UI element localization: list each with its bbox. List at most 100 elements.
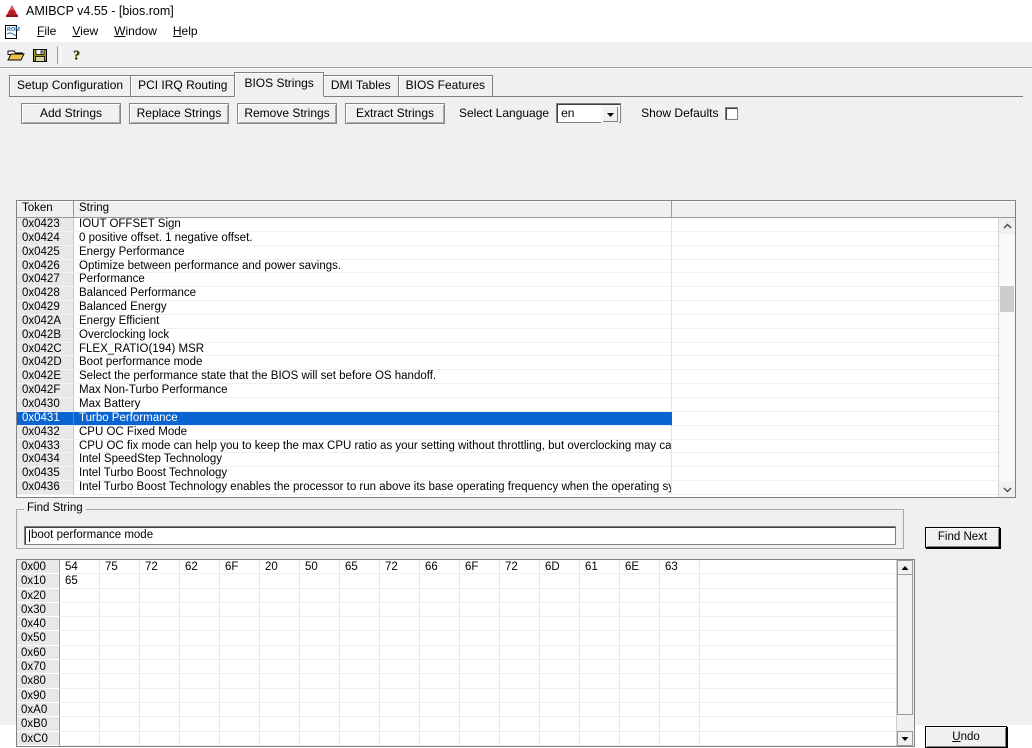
hex-byte-cell[interactable] (60, 731, 100, 746)
hex-byte-cell[interactable]: 62 (180, 560, 220, 575)
hex-byte-cell[interactable] (260, 574, 300, 589)
hex-byte-cell[interactable] (500, 574, 540, 589)
hex-byte-cell[interactable] (380, 602, 420, 618)
hex-byte-cell[interactable]: 6F (460, 560, 500, 575)
hex-scroll-up-icon[interactable] (897, 560, 913, 575)
hex-byte-cell[interactable]: 72 (500, 560, 540, 575)
hex-byte-cell[interactable] (460, 588, 500, 603)
hex-byte-cell[interactable] (420, 617, 460, 632)
hex-byte-cell[interactable] (340, 660, 380, 675)
menu-help[interactable]: Help (165, 23, 206, 39)
table-row[interactable]: 0x042E Select the performance state that … (17, 370, 1015, 385)
hex-byte-cell[interactable] (460, 702, 500, 718)
hex-byte-cell[interactable] (460, 602, 500, 618)
hex-byte-cell[interactable] (340, 617, 380, 632)
extract-strings-button[interactable]: Extract Strings (345, 102, 445, 124)
hex-byte-cell[interactable] (340, 702, 380, 718)
hex-byte-cell[interactable] (460, 574, 500, 589)
hex-byte-cell[interactable] (500, 602, 540, 618)
hex-byte-cell[interactable] (180, 731, 220, 746)
hex-byte-cell[interactable] (500, 660, 540, 675)
hex-byte-cell[interactable] (420, 688, 460, 703)
hex-byte-cell[interactable] (580, 702, 620, 718)
hex-byte-cell[interactable] (540, 731, 580, 746)
hex-byte-cell[interactable] (140, 674, 180, 689)
hex-byte-cell[interactable] (220, 660, 260, 675)
find-next-button[interactable]: Find Next (925, 527, 1000, 548)
hex-byte-cell[interactable] (420, 702, 460, 718)
hex-byte-cell[interactable]: 50 (300, 560, 340, 575)
hex-byte-cell[interactable] (420, 631, 460, 646)
hex-byte-cell[interactable] (60, 702, 100, 718)
hex-byte-cell[interactable] (620, 688, 660, 703)
hex-byte-cell[interactable] (660, 660, 700, 675)
hex-byte-cell[interactable] (380, 660, 420, 675)
hex-byte-cell[interactable]: 6F (220, 560, 260, 575)
hex-byte-cell[interactable] (180, 688, 220, 703)
hex-grid[interactable]: 0x00 54 75 72 62 6F 20 50 65 72 66 6F 72 6D 61 6E 63 0x10… (17, 560, 896, 746)
hex-byte-cell[interactable] (580, 602, 620, 618)
hex-byte-cell[interactable]: 66 (420, 560, 460, 575)
hex-byte-cell[interactable] (580, 617, 620, 632)
open-folder-icon[interactable] (4, 44, 27, 66)
table-row[interactable]: 0x042A Energy Efficient (17, 314, 1015, 329)
hex-byte-cell[interactable] (260, 688, 300, 703)
hex-byte-cell[interactable] (260, 645, 300, 661)
replace-strings-button[interactable]: Replace Strings (129, 102, 229, 124)
table-row[interactable]: 0x0428 Balanced Performance (17, 287, 1015, 302)
hex-byte-cell[interactable] (540, 588, 580, 603)
question-mark-icon[interactable]: ? ? (66, 44, 89, 66)
column-header-token[interactable]: Token (17, 201, 74, 217)
table-row[interactable]: 0x0430 Max Battery (17, 397, 1015, 412)
table-row[interactable]: 0x0434 Intel SpeedStep Technology (17, 453, 1015, 468)
column-header-string[interactable]: String (74, 201, 672, 217)
hex-byte-cell[interactable] (140, 617, 180, 632)
hex-byte-cell[interactable] (500, 688, 540, 703)
hex-byte-cell[interactable] (660, 717, 700, 732)
hex-byte-cell[interactable] (500, 674, 540, 689)
hex-byte-cell[interactable] (580, 660, 620, 675)
floppy-disk-icon[interactable] (29, 44, 52, 66)
hex-byte-cell[interactable] (220, 688, 260, 703)
hex-byte-cell[interactable] (140, 574, 180, 589)
hex-byte-cell[interactable] (300, 674, 340, 689)
hex-byte-cell[interactable] (340, 645, 380, 661)
hex-byte-cell[interactable] (420, 602, 460, 618)
hex-vertical-scrollbar[interactable] (896, 560, 914, 746)
hex-byte-cell[interactable] (660, 688, 700, 703)
find-string-input[interactable]: boot performance mode (24, 526, 896, 545)
hex-byte-cell[interactable] (220, 731, 260, 746)
hex-byte-cell[interactable] (220, 617, 260, 632)
tab-pci-irq-routing[interactable]: PCI IRQ Routing (130, 75, 236, 96)
hex-byte-cell[interactable] (420, 588, 460, 603)
hex-byte-cell[interactable] (540, 717, 580, 732)
hex-byte-cell[interactable] (540, 660, 580, 675)
hex-byte-cell[interactable] (180, 617, 220, 632)
hex-byte-cell[interactable] (100, 674, 140, 689)
hex-byte-cell[interactable] (60, 588, 100, 603)
hex-byte-cell[interactable] (300, 702, 340, 718)
hex-byte-cell[interactable] (340, 574, 380, 589)
hex-byte-cell[interactable] (260, 631, 300, 646)
hex-byte-cell[interactable] (380, 574, 420, 589)
hex-byte-cell[interactable] (60, 674, 100, 689)
hex-byte-cell[interactable] (580, 574, 620, 589)
hex-byte-cell[interactable] (540, 617, 580, 632)
hex-byte-cell[interactable]: 75 (100, 560, 140, 575)
hex-byte-cell[interactable]: 65 (60, 574, 100, 589)
hex-byte-cell[interactable] (140, 602, 180, 618)
hex-byte-cell[interactable]: 6D (540, 560, 580, 575)
remove-strings-button[interactable]: Remove Strings (237, 102, 337, 124)
hex-byte-cell[interactable] (300, 602, 340, 618)
hex-byte-cell[interactable] (420, 731, 460, 746)
hex-byte-cell[interactable]: 72 (380, 560, 420, 575)
table-row[interactable]: 0x042F Max Non-Turbo Performance (17, 384, 1015, 398)
hex-byte-cell[interactable] (540, 702, 580, 718)
hex-byte-cell[interactable] (140, 702, 180, 718)
hex-byte-cell[interactable] (340, 588, 380, 603)
hex-byte-cell[interactable] (100, 574, 140, 589)
hex-byte-cell[interactable] (300, 645, 340, 661)
hex-byte-cell[interactable] (260, 702, 300, 718)
hex-byte-cell[interactable] (340, 688, 380, 703)
hex-byte-cell[interactable] (180, 645, 220, 661)
